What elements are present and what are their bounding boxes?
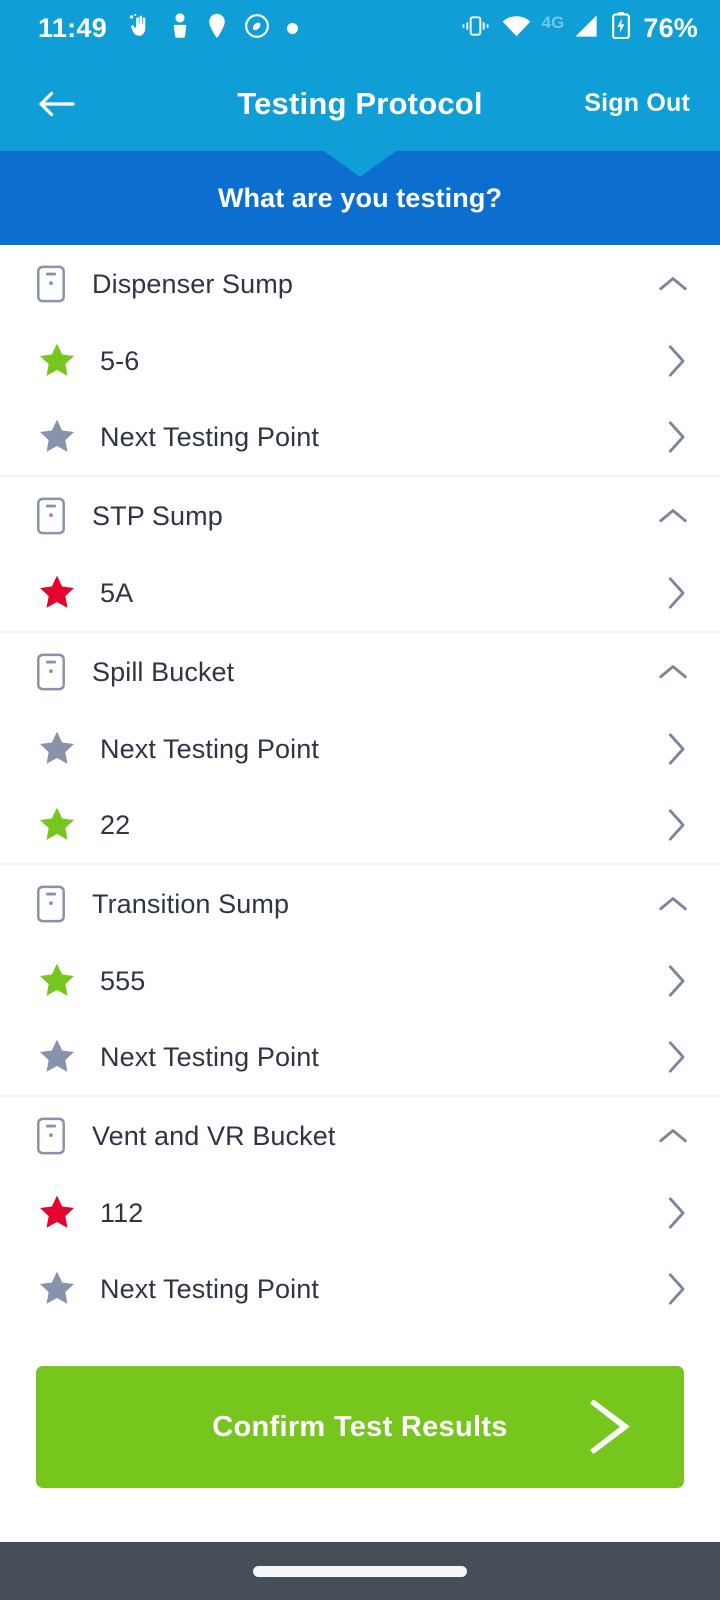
app-bar: Testing Protocol Sign Out [0, 56, 720, 151]
confirm-area: Confirm Test Results [0, 1322, 720, 1542]
hand-sparkle-icon [127, 13, 153, 44]
testing-point-label: Next Testing Point [100, 1041, 319, 1072]
chevron-up-icon[interactable] [658, 1126, 688, 1146]
chevron-right-icon[interactable] [666, 420, 686, 454]
testing-point-label: Next Testing Point [100, 421, 319, 452]
testing-group: Transition Sump 555 Next Testing Point [0, 865, 720, 1097]
dot-icon [287, 22, 299, 34]
signal-icon [573, 14, 599, 43]
wifi-icon [502, 15, 531, 42]
chevron-up-icon[interactable] [658, 274, 688, 294]
testing-point-label: Next Testing Point [100, 1273, 319, 1304]
star-icon-pending [36, 1269, 78, 1309]
device-icon [34, 497, 68, 535]
status-bar-system-icons: 4G 76% [462, 12, 698, 44]
device-icon [34, 265, 68, 303]
chevron-right-icon[interactable] [666, 344, 686, 378]
testing-point-row[interactable]: Next Testing Point [0, 399, 720, 475]
back-button[interactable] [28, 75, 86, 133]
testing-point-row[interactable]: Next Testing Point [0, 1251, 720, 1322]
testing-point-label: Next Testing Point [100, 733, 319, 764]
group-title: Dispenser Sump [92, 268, 293, 299]
group-header-dispenser-sump[interactable]: Dispenser Sump [0, 245, 720, 323]
chevron-up-icon[interactable] [658, 894, 688, 914]
device-icon [34, 885, 68, 923]
chevron-right-icon[interactable] [666, 576, 686, 610]
testing-group: Spill Bucket Next Testing Point 22 [0, 633, 720, 865]
star-icon-pending [36, 417, 78, 457]
chevron-up-icon[interactable] [658, 506, 688, 526]
battery-charging-icon [612, 12, 631, 44]
testing-point-row[interactable]: 112 [0, 1175, 720, 1251]
group-title: STP Sump [92, 500, 223, 531]
testing-point-row[interactable]: 22 [0, 787, 720, 863]
group-title: Spill Bucket [92, 656, 235, 687]
chevron-right-icon[interactable] [666, 732, 686, 766]
chevron-right-icon[interactable] [666, 964, 686, 998]
testing-point-row[interactable]: Next Testing Point [0, 1019, 720, 1095]
group-header-stp-sump[interactable]: STP Sump [0, 477, 720, 555]
testing-point-label: 112 [100, 1197, 144, 1228]
home-gesture-pill[interactable] [253, 1565, 467, 1577]
group-title: Vent and VR Bucket [92, 1120, 336, 1151]
testing-groups-list: Dispenser Sump 5-6 Next Testing Point STP S… [0, 245, 720, 1322]
app-screen: 11:49 4G 76% Testing Protocol Sign Out W… [0, 0, 720, 1600]
star-icon-pass [36, 805, 78, 845]
group-title: Transition Sump [92, 888, 290, 919]
person-icon [170, 12, 190, 44]
location-pin-icon [207, 13, 227, 44]
group-header-vent-and-vr-bucket[interactable]: Vent and VR Bucket [0, 1097, 720, 1175]
question-banner: What are you testing? [0, 151, 720, 245]
device-icon [34, 1117, 68, 1155]
testing-point-row[interactable]: 5-6 [0, 323, 720, 399]
vibrate-icon [462, 14, 489, 43]
testing-point-row[interactable]: 555 [0, 943, 720, 1019]
testing-point-label: 5-6 [100, 345, 140, 376]
banner-notch-triangle [324, 151, 396, 177]
chevron-right-arrow-icon [586, 1398, 640, 1456]
group-header-transition-sump[interactable]: Transition Sump [0, 865, 720, 943]
battery-percent-label: 76% [643, 12, 698, 43]
testing-group: STP Sump 5A [0, 477, 720, 633]
star-icon-pass [36, 961, 78, 1001]
star-icon-pass [36, 341, 78, 381]
group-header-spill-bucket[interactable]: Spill Bucket [0, 633, 720, 711]
testing-point-row[interactable]: Next Testing Point [0, 711, 720, 787]
testing-point-label: 5A [100, 577, 134, 608]
chevron-up-icon[interactable] [658, 662, 688, 682]
status-bar-notification-icons [127, 12, 299, 44]
back-arrow-icon [39, 91, 75, 116]
confirm-test-results-button[interactable]: Confirm Test Results [36, 1366, 684, 1488]
chevron-right-icon[interactable] [666, 1040, 686, 1074]
chevron-right-icon[interactable] [666, 1272, 686, 1306]
star-icon-pending [36, 729, 78, 769]
status-bar-clock: 11:49 [38, 12, 108, 43]
status-bar: 11:49 4G 76% [0, 0, 720, 56]
system-navigation-bar [0, 1542, 720, 1600]
star-icon-fail [36, 573, 78, 613]
star-icon-fail [36, 1193, 78, 1233]
testing-group: Dispenser Sump 5-6 Next Testing Point [0, 245, 720, 477]
testing-point-label: 22 [100, 809, 131, 840]
testing-group: Vent and VR Bucket 112 Next Testing Point [0, 1097, 720, 1322]
star-icon-pending [36, 1037, 78, 1077]
confirm-button-label: Confirm Test Results [212, 1410, 508, 1443]
testing-point-row[interactable]: 5A [0, 555, 720, 631]
network-type-label: 4G [541, 13, 565, 32]
chevron-right-icon[interactable] [666, 1196, 686, 1230]
device-icon [34, 653, 68, 691]
do-not-disturb-icon [244, 13, 270, 44]
sign-out-button[interactable]: Sign Out [582, 81, 692, 126]
testing-point-label: 555 [100, 965, 146, 996]
banner-question-label: What are you testing? [217, 182, 503, 213]
chevron-right-icon[interactable] [666, 808, 686, 842]
